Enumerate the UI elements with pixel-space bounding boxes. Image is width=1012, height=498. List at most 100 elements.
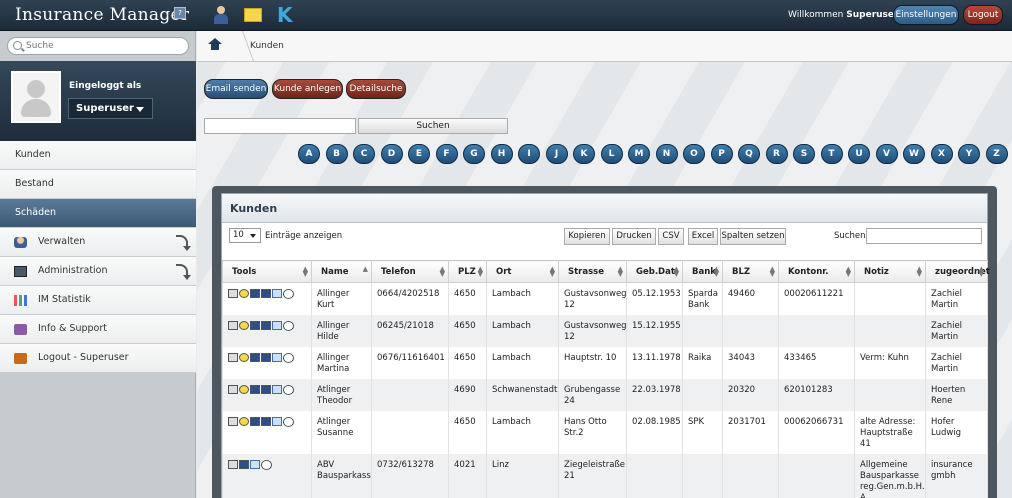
column-header[interactable]: BLZ ▲ ▼ xyxy=(722,260,779,283)
history-icon[interactable] xyxy=(261,460,272,470)
table-row[interactable]: Allinger Hilde 06245/21018 4650 Lambach Gust… xyxy=(222,315,988,347)
info-icon[interactable] xyxy=(261,289,271,298)
mail-icon[interactable] xyxy=(250,460,260,469)
app-logo[interactable]: Insurance Manager xyxy=(15,5,189,25)
info-icon[interactable] xyxy=(239,460,249,469)
letter-filter-w[interactable]: W xyxy=(903,144,925,164)
letter-filter-o[interactable]: O xyxy=(683,144,705,164)
letter-filter-y[interactable]: Y xyxy=(958,144,980,164)
document-icon[interactable] xyxy=(228,321,238,330)
id-card-icon[interactable] xyxy=(250,353,260,362)
sidebar-item-info[interactable]: Info & Support xyxy=(0,315,196,344)
column-header[interactable]: Tools ▲ ▼ xyxy=(222,260,312,283)
table-row[interactable]: Allinger Martina 0676/11616401 4650 Lambach… xyxy=(222,347,988,379)
letter-filter-a[interactable]: A xyxy=(298,144,320,164)
sidebar-item-schaeden[interactable]: Schäden xyxy=(0,199,196,228)
letter-filter-v[interactable]: V xyxy=(875,144,898,164)
search-icon[interactable] xyxy=(239,321,249,330)
settings-button[interactable]: Einstellungen xyxy=(893,5,959,25)
search-input[interactable] xyxy=(26,39,184,53)
print-button[interactable]: Drucken xyxy=(612,228,656,245)
column-header[interactable]: Strasse ▲ ▼ xyxy=(558,260,627,283)
sidebar-search[interactable] xyxy=(7,37,189,55)
history-icon[interactable] xyxy=(283,321,294,331)
create-customer-button[interactable]: Kunde anlegen xyxy=(272,79,343,99)
letter-filter-s[interactable]: S xyxy=(793,144,815,164)
search-icon[interactable] xyxy=(239,385,249,394)
info-icon[interactable] xyxy=(261,353,271,362)
letter-filter-t[interactable]: T xyxy=(820,144,843,164)
id-card-icon[interactable] xyxy=(250,321,260,330)
info-icon[interactable] xyxy=(261,417,271,426)
letter-filter-z[interactable]: Z xyxy=(985,144,1008,164)
letter-filter-c[interactable]: C xyxy=(353,144,375,164)
letter-filter-h[interactable]: H xyxy=(490,144,513,164)
column-header[interactable]: PLZ ▲ ▼ xyxy=(448,260,487,283)
letter-filter-l[interactable]: L xyxy=(600,144,623,164)
column-header[interactable]: Bank ▲ ▼ xyxy=(682,260,723,283)
copy-button[interactable]: Kopieren xyxy=(564,228,610,245)
letter-filter-k[interactable]: K xyxy=(573,144,595,164)
sidebar-item-statistik[interactable]: IM Statistik xyxy=(0,286,196,315)
logout-button[interactable]: Logout xyxy=(963,5,1003,25)
mail-icon[interactable] xyxy=(272,385,282,394)
history-icon[interactable] xyxy=(283,417,294,427)
history-icon[interactable] xyxy=(283,353,294,363)
history-icon[interactable] xyxy=(283,385,294,395)
id-card-icon[interactable] xyxy=(250,289,260,298)
letter-filter-b[interactable]: B xyxy=(325,144,348,164)
document-icon[interactable] xyxy=(228,385,238,394)
sidebar-item-administration[interactable]: Administration xyxy=(0,257,196,286)
table-row[interactable]: Atlinger Theodor 4690 Schwanenstadt Grubeng… xyxy=(222,379,988,411)
detail-search-button[interactable]: Detailsuche xyxy=(346,79,406,99)
user-icon[interactable] xyxy=(212,6,230,24)
document-icon[interactable] xyxy=(228,353,238,362)
column-header[interactable]: Geb.Dat ▲ ▼ xyxy=(626,260,683,283)
letter-filter-x[interactable]: X xyxy=(930,144,953,164)
entries-length-select[interactable]: 10 xyxy=(229,228,261,243)
column-header[interactable]: Name ▲ xyxy=(311,260,372,283)
id-card-icon[interactable] xyxy=(250,385,260,394)
letter-filter-q[interactable]: Q xyxy=(738,144,760,164)
search-icon[interactable] xyxy=(239,353,249,362)
mail-icon[interactable] xyxy=(272,417,282,426)
notes-icon[interactable] xyxy=(244,8,262,22)
column-header[interactable]: Notiz ▲ ▼ xyxy=(854,260,926,283)
home-icon[interactable] xyxy=(208,38,222,52)
letter-filter-m[interactable]: M xyxy=(628,144,650,164)
k-logo-icon[interactable]: K xyxy=(277,4,297,26)
search-button[interactable]: Suchen xyxy=(358,118,508,134)
excel-button[interactable]: Excel xyxy=(688,228,718,245)
column-header[interactable]: Telefon ▲ ▼ xyxy=(371,260,449,283)
document-icon[interactable] xyxy=(228,460,238,469)
customer-search-input[interactable] xyxy=(204,118,356,134)
mail-icon[interactable] xyxy=(272,353,282,362)
letter-filter-i[interactable]: I xyxy=(518,144,540,164)
sidebar-item-kunden[interactable]: Kunden xyxy=(0,141,196,170)
set-columns-button[interactable]: Spalten setzen xyxy=(720,228,786,245)
csv-button[interactable]: CSV xyxy=(658,228,684,245)
mail-icon[interactable] xyxy=(272,289,282,298)
search-icon[interactable] xyxy=(239,289,249,298)
send-email-button[interactable]: Email senden xyxy=(204,79,268,99)
letter-filter-n[interactable]: N xyxy=(655,144,678,164)
id-card-icon[interactable] xyxy=(250,417,260,426)
table-row[interactable]: Atlinger Susanne 4650 Lambach Hans Otto Str… xyxy=(222,411,988,454)
column-header[interactable]: zugeordnet ▲ ▼ xyxy=(925,260,990,283)
table-row[interactable]: Allinger Kurt 0664/4202518 4650 Lambach Gust… xyxy=(222,282,988,315)
table-search-input[interactable] xyxy=(866,228,982,244)
letter-filter-f[interactable]: F xyxy=(435,144,458,164)
letter-filter-r[interactable]: R xyxy=(765,144,788,164)
letter-filter-p[interactable]: P xyxy=(710,144,733,164)
history-icon[interactable] xyxy=(283,289,294,299)
search-icon[interactable] xyxy=(239,417,249,426)
letter-filter-e[interactable]: E xyxy=(408,144,430,164)
help-icon[interactable]: ? xyxy=(174,7,186,19)
letter-filter-d[interactable]: D xyxy=(380,144,403,164)
document-icon[interactable] xyxy=(228,417,238,426)
letter-filter-g[interactable]: G xyxy=(463,144,485,164)
mail-icon[interactable] xyxy=(272,321,282,330)
column-header[interactable]: Ort ▲ ▼ xyxy=(486,260,559,283)
sidebar-item-bestand[interactable]: Bestand xyxy=(0,170,196,199)
letter-filter-u[interactable]: U xyxy=(848,144,870,164)
